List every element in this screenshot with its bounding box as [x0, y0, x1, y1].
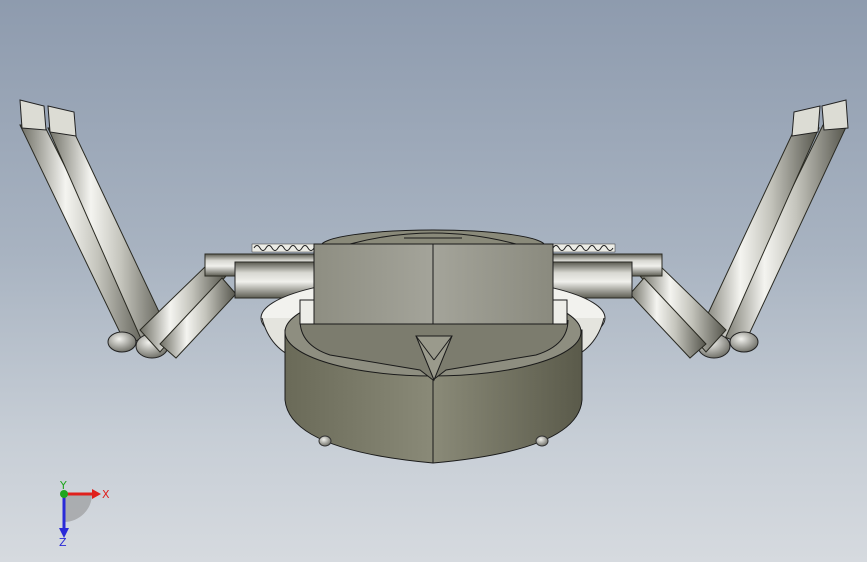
- left-spring: [251, 243, 317, 253]
- axis-triad: X Y Z: [59, 480, 110, 546]
- cad-model[interactable]: [0, 0, 867, 562]
- central-block: [299, 243, 568, 325]
- z-axis-label: Z: [59, 536, 67, 546]
- graphics-viewport[interactable]: X Y Z: [0, 0, 867, 562]
- triad-plane-shade: [64, 494, 92, 522]
- right-spring: [550, 243, 616, 253]
- y-axis-label: Y: [59, 480, 67, 492]
- x-axis-arrow: [92, 489, 101, 499]
- x-axis-label: X: [102, 488, 110, 501]
